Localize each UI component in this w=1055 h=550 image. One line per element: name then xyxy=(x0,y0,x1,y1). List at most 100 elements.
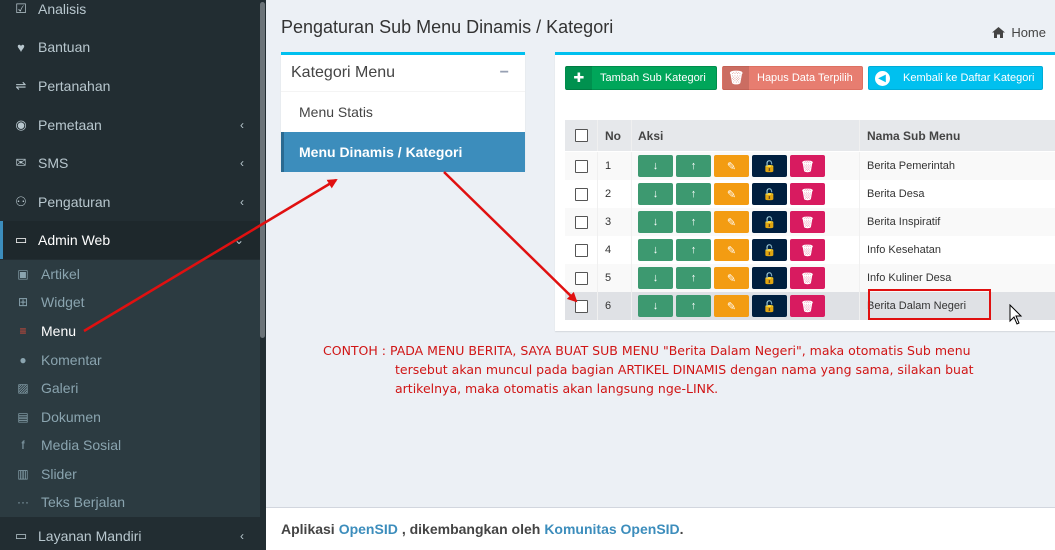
mouse-cursor-icon xyxy=(1009,304,1023,325)
image-icon: ▨ xyxy=(17,381,29,395)
move-up-button[interactable]: ↑ xyxy=(676,183,711,205)
desktop-icon: ▭ xyxy=(14,232,28,247)
move-down-button[interactable]: ↓ xyxy=(638,267,673,289)
page-title: Pengaturan Sub Menu Dinamis / Kategori xyxy=(281,17,614,37)
file-image-icon: ▣ xyxy=(17,267,29,281)
sidebar-item-sms[interactable]: ✉ SMS ‹ xyxy=(0,144,260,182)
breadcrumb-home: Home xyxy=(1011,25,1046,40)
sidebar-subitem-galeri[interactable]: ▨ Galeri xyxy=(0,374,260,402)
sidebar-subitem-slider[interactable]: ▥ Slider xyxy=(0,460,260,488)
unlock-button[interactable]: 🔓 xyxy=(752,183,787,205)
delete-selected-button[interactable]: 🗑 Hapus Data Terpilih xyxy=(722,66,863,90)
sidebar-scrollbar[interactable] xyxy=(260,2,265,338)
row-name: Info Kesehatan xyxy=(867,244,942,256)
row-checkbox[interactable] xyxy=(574,215,588,229)
sidebar-item-pengaturan[interactable]: ⚇ Pengaturan ‹ xyxy=(0,183,260,221)
breadcrumb[interactable]: Home xyxy=(992,25,1046,40)
row-checkbox-cell xyxy=(565,292,598,320)
select-all-checkbox[interactable] xyxy=(574,129,588,142)
row-name: Berita Inspiratif xyxy=(867,216,941,228)
row-checkbox[interactable] xyxy=(574,299,588,313)
row-name: Berita Desa xyxy=(867,188,925,200)
unlock-button[interactable]: 🔓 xyxy=(752,155,787,177)
annotation-note: CONTOH : PADA MENU BERITA, SAYA BUAT SUB… xyxy=(323,341,1023,398)
row-checkbox[interactable] xyxy=(574,187,588,201)
move-down-button[interactable]: ↓ xyxy=(638,239,673,261)
delete-button[interactable]: 🗑 xyxy=(790,211,825,233)
move-down-button[interactable]: ↓ xyxy=(638,155,673,177)
sidebar-subitem-komentar[interactable]: ● Komentar xyxy=(0,346,260,374)
delete-button[interactable]: 🗑 xyxy=(790,155,825,177)
minimize-icon[interactable]: − xyxy=(500,64,509,82)
envelope-icon: ✉ xyxy=(15,155,27,170)
delete-button[interactable]: 🗑 xyxy=(790,239,825,261)
film-icon: ▥ xyxy=(17,467,29,481)
table-row: 5 ↓ ↑ ✎ 🔓 🗑 Info Kuliner Desa xyxy=(565,264,1055,292)
menu-dinamis-link[interactable]: Menu Dinamis / Kategori xyxy=(281,132,525,172)
column-header-nama: Nama Sub Menu xyxy=(867,128,961,143)
move-up-button[interactable]: ↑ xyxy=(676,267,711,289)
sidebar-item-label: Bantuan xyxy=(38,39,91,55)
arrow-circle-left-icon: ◀ xyxy=(869,66,895,90)
row-checkbox[interactable] xyxy=(574,159,588,173)
menu-statis-link[interactable]: Menu Statis xyxy=(281,92,525,132)
unlock-button[interactable]: 🔓 xyxy=(752,295,787,317)
add-sub-category-label: Tambah Sub Kategori xyxy=(600,72,706,84)
kategori-menu-box: Kategori Menu − Menu Statis Menu Dinamis… xyxy=(281,52,525,172)
sidebar-subitem-label: Teks Berjalan xyxy=(41,494,126,510)
footer-prefix: Aplikasi xyxy=(281,521,335,537)
move-up-button[interactable]: ↑ xyxy=(676,295,711,317)
footer-suffix: . xyxy=(679,521,684,537)
sidebar-subitem-teks-berjalan[interactable]: ··· Teks Berjalan xyxy=(0,488,260,516)
sidebar-item-bantuan[interactable]: ♥ Bantuan xyxy=(0,28,260,66)
sidebar-item-pemetaan[interactable]: ◉ Pemetaan ‹ xyxy=(0,106,260,144)
unlock-button[interactable]: 🔓 xyxy=(752,239,787,261)
back-to-categories-button[interactable]: ◀ Kembali ke Daftar Kategori xyxy=(868,66,1043,90)
sub-menu-table-box: ✚ Tambah Sub Kategori 🗑 Hapus Data Terpi… xyxy=(555,52,1055,331)
move-up-button[interactable]: ↑ xyxy=(676,239,711,261)
table-row: 6 ↓ ↑ ✎ 🔓 🗑 Berita Dalam Negeri xyxy=(565,289,1055,320)
move-down-button[interactable]: ↓ xyxy=(638,295,673,317)
ellipsis-icon: ··· xyxy=(17,495,29,509)
sidebar-subitem-media-sosial[interactable]: f Media Sosial xyxy=(0,431,260,459)
annotation-line: artikelnya, maka otomatis akan langsung … xyxy=(395,381,719,396)
delete-button[interactable]: 🗑 xyxy=(790,295,825,317)
sidebar-subitem-dokumen[interactable]: ▤ Dokumen xyxy=(0,403,260,431)
road-sign-icon: ⇌ xyxy=(15,78,27,93)
sidebar-item-pertanahan[interactable]: ⇌ Pertanahan xyxy=(0,67,260,105)
row-checkbox[interactable] xyxy=(574,271,588,285)
sidebar-item-analisis[interactable]: ☑ Analisis xyxy=(0,0,260,28)
move-up-button[interactable]: ↑ xyxy=(676,211,711,233)
row-no: 2 xyxy=(598,180,632,208)
sidebar-item-label: SMS xyxy=(38,155,69,171)
home-icon xyxy=(992,27,1006,38)
edit-button[interactable]: ✎ xyxy=(714,295,749,317)
sidebar-item-admin-web[interactable]: ▭ Admin Web ⌄ xyxy=(0,221,260,259)
row-actions: ↓ ↑ ✎ 🔓 🗑 xyxy=(632,292,860,320)
row-checkbox[interactable] xyxy=(574,243,588,257)
sidebar-subitem-label: Slider xyxy=(41,466,77,482)
move-down-button[interactable]: ↓ xyxy=(638,211,673,233)
table-row: 1 ↓ ↑ ✎ 🔓 🗑 Berita Pemerintah xyxy=(565,152,1055,180)
sidebar-item-layanan-mandiri[interactable]: ▭ Layanan Mandiri ‹ xyxy=(0,517,260,550)
edit-button[interactable]: ✎ xyxy=(714,211,749,233)
edit-button[interactable]: ✎ xyxy=(714,267,749,289)
sidebar-subitem-menu[interactable]: ≡ Menu xyxy=(0,317,260,345)
move-down-button[interactable]: ↓ xyxy=(638,183,673,205)
unlock-button[interactable]: 🔓 xyxy=(752,211,787,233)
sidebar-subitem-artikel[interactable]: ▣ Artikel xyxy=(0,260,260,288)
sidebar-subitem-widget[interactable]: ⊞ Widget xyxy=(0,288,260,316)
chevron-left-icon: ‹ xyxy=(240,195,244,209)
add-sub-category-button[interactable]: ✚ Tambah Sub Kategori xyxy=(565,66,717,90)
sidebar-item-label: Layanan Mandiri xyxy=(38,528,142,544)
edit-button[interactable]: ✎ xyxy=(714,183,749,205)
komunitas-opensid-link[interactable]: Komunitas OpenSID xyxy=(544,521,679,537)
edit-button[interactable]: ✎ xyxy=(714,155,749,177)
delete-button[interactable]: 🗑 xyxy=(790,267,825,289)
unlock-button[interactable]: 🔓 xyxy=(752,267,787,289)
plus-icon: ✚ xyxy=(566,66,592,90)
opensid-link[interactable]: OpenSID xyxy=(339,521,398,537)
delete-button[interactable]: 🗑 xyxy=(790,183,825,205)
move-up-button[interactable]: ↑ xyxy=(676,155,711,177)
edit-button[interactable]: ✎ xyxy=(714,239,749,261)
